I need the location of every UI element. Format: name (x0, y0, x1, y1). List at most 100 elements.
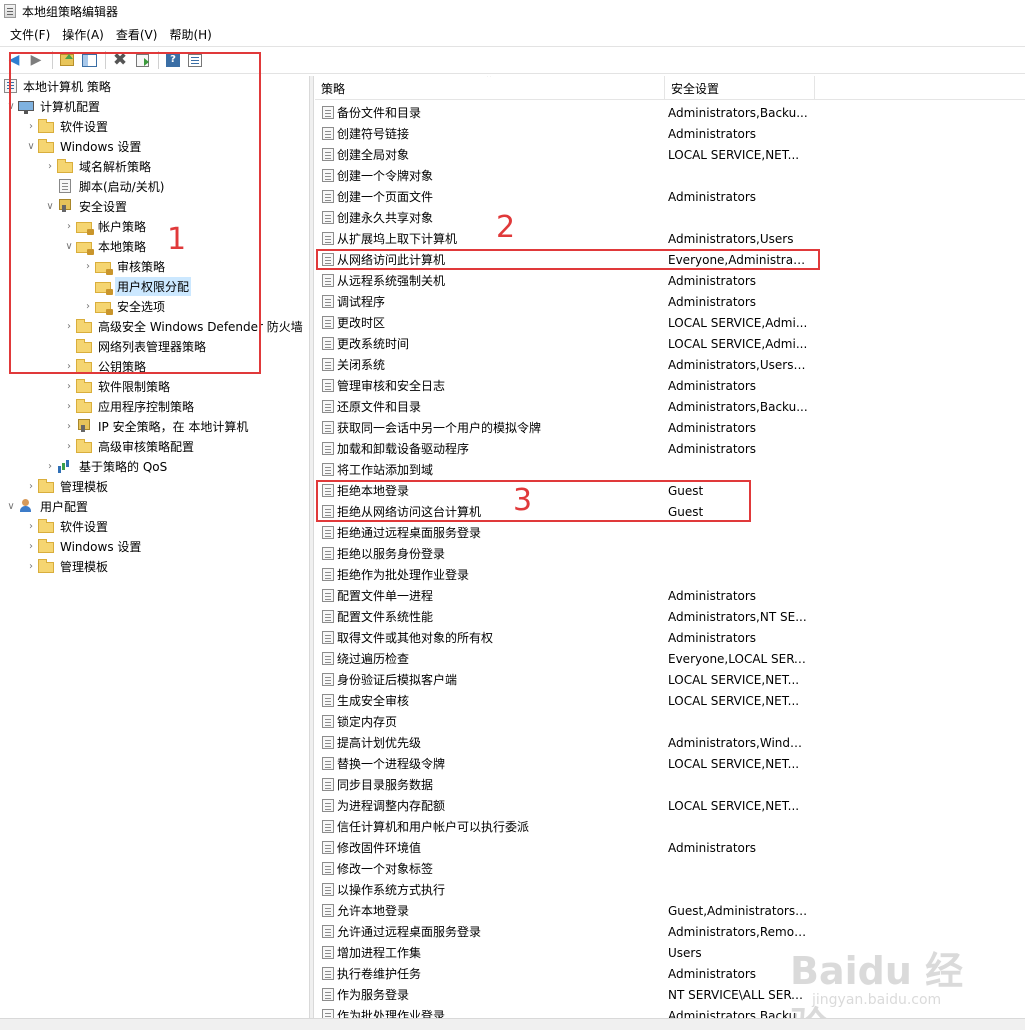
chevron-right-icon[interactable]: › (62, 379, 76, 393)
policy-item-icon (322, 841, 334, 854)
policy-row[interactable]: 从扩展坞上取下计算机 Administrators,Users (315, 228, 1025, 249)
policy-security-setting: Administrators (668, 441, 757, 456)
policy-name: 加载和卸载设备驱动程序 (337, 442, 470, 456)
policy-row[interactable]: 拒绝以服务身份登录 (315, 543, 1025, 564)
tree-node-label: IP 安全策略，在 本地计算机 (98, 419, 249, 434)
policy-row[interactable]: 从远程系统强制关机 Administrators (315, 270, 1025, 291)
policy-row[interactable]: 修改固件环境值 Administrators (315, 837, 1025, 858)
policy-name: 锁定内存页 (337, 715, 398, 729)
policy-row[interactable]: 调试程序 Administrators (315, 291, 1025, 312)
chevron-right-icon[interactable]: › (24, 559, 38, 573)
folder-icon (76, 378, 92, 393)
policy-row[interactable]: 更改系统时间 LOCAL SERVICE,Admi... (315, 333, 1025, 354)
policy-security-setting: Administrators (668, 294, 757, 309)
chevron-down-icon[interactable]: ∨ (4, 499, 18, 513)
annotation-box-1 (9, 52, 261, 374)
policy-row[interactable]: 管理审核和安全日志 Administrators (315, 375, 1025, 396)
chevron-right-icon[interactable]: › (43, 459, 57, 473)
policy-security-setting: Administrators,Users (668, 231, 794, 246)
pane-splitter[interactable] (310, 76, 314, 1018)
menu-help[interactable]: 帮助(H) (163, 26, 217, 43)
tree-node-ip-security[interactable]: › IP 安全策略，在 本地计算机 (62, 416, 250, 436)
policy-row[interactable]: 创建符号链接 Administrators (315, 123, 1025, 144)
ip-security-icon (76, 419, 92, 433)
tree-node-label: 管理模板 (60, 479, 109, 494)
watermark-logo-text: Baidu 经验 (790, 949, 964, 1030)
tree-node-user-config[interactable]: ∨ 用户配置 (4, 496, 90, 516)
policy-security-setting: Administrators (668, 126, 757, 141)
tree-node-qos[interactable]: › 基于策略的 QoS (43, 456, 169, 476)
policy-row[interactable]: 备份文件和目录 Administrators,Backu... (315, 102, 1025, 123)
policy-item-icon (322, 715, 334, 728)
policy-name: 配置文件单一进程 (337, 589, 434, 603)
policy-name: 作为批处理作业登录 (337, 1009, 446, 1018)
policy-row[interactable]: 替换一个进程级令牌 LOCAL SERVICE,NET... (315, 753, 1025, 774)
tree-node-admin-templates[interactable]: › 管理模板 (24, 476, 110, 496)
policy-item-icon (322, 127, 334, 140)
policy-security-setting: NT SERVICE\ALL SERV... (668, 987, 808, 1002)
policy-row[interactable]: 更改时区 LOCAL SERVICE,Admi... (315, 312, 1025, 333)
folder-icon (76, 398, 92, 413)
tree-node-user-software-settings[interactable]: › 软件设置 (24, 516, 110, 536)
policy-row[interactable]: 拒绝作为批处理作业登录 (315, 564, 1025, 585)
window-title: 本地组策略编辑器 (22, 4, 119, 19)
policy-item-icon (322, 904, 334, 917)
policy-item-icon (322, 946, 334, 959)
chevron-right-icon[interactable]: › (62, 399, 76, 413)
policy-row[interactable]: 创建全局对象 LOCAL SERVICE,NET... (315, 144, 1025, 165)
chevron-right-icon[interactable]: › (24, 519, 38, 533)
tree-node-label: 管理模板 (60, 559, 109, 574)
chevron-right-icon[interactable]: › (24, 539, 38, 553)
tree-node-user-windows-settings[interactable]: › Windows 设置 (24, 536, 143, 556)
policy-row[interactable]: 拒绝通过远程桌面服务登录 (315, 522, 1025, 543)
policy-row[interactable]: 允许通过远程桌面服务登录 Administrators,Remot... (315, 921, 1025, 942)
policy-row[interactable]: 加载和卸载设备驱动程序 Administrators (315, 438, 1025, 459)
menu-file[interactable]: 文件(F) (4, 26, 56, 43)
policy-row[interactable]: 锁定内存页 (315, 711, 1025, 732)
policy-name: 允许通过远程桌面服务登录 (337, 925, 482, 939)
policy-row[interactable]: 身份验证后模拟客户端 LOCAL SERVICE,NET... (315, 669, 1025, 690)
annotation-number-1: 1 (167, 222, 187, 257)
policy-row[interactable]: 创建一个页面文件 Administrators (315, 186, 1025, 207)
column-header-policy[interactable]: 策略 (315, 76, 665, 100)
policy-row[interactable]: 修改一个对象标签 (315, 858, 1025, 879)
policy-security-setting: Administrators (668, 840, 757, 855)
list-header: ⌃ 策略 安全设置 (315, 76, 1025, 100)
user-icon (18, 499, 34, 513)
policy-row[interactable]: 生成安全审核 LOCAL SERVICE,NET... (315, 690, 1025, 711)
tree-node-software-restriction[interactable]: › 软件限制策略 (62, 376, 172, 396)
policy-name: 替换一个进程级令牌 (337, 757, 446, 771)
policy-name: 生成安全审核 (337, 694, 410, 708)
policy-row[interactable]: 配置文件单一进程 Administrators (315, 585, 1025, 606)
chevron-right-icon[interactable]: › (62, 419, 76, 433)
tree-node-app-control[interactable]: › 应用程序控制策略 (62, 396, 196, 416)
menu-view[interactable]: 查看(V) (110, 26, 164, 43)
tree-node-advanced-audit[interactable]: › 高级审核策略配置 (62, 436, 196, 456)
policy-row[interactable]: 配置文件系统性能 Administrators,NT SE... (315, 606, 1025, 627)
menu-action[interactable]: 操作(A) (56, 26, 110, 43)
tree-node-user-admin-templates[interactable]: › 管理模板 (24, 556, 110, 576)
policy-row[interactable]: 提高计划优先级 Administrators,Windo... (315, 732, 1025, 753)
policy-row[interactable]: 同步目录服务数据 (315, 774, 1025, 795)
policy-row[interactable]: 信任计算机和用户帐户可以执行委派 (315, 816, 1025, 837)
policy-row[interactable]: 取得文件或其他对象的所有权 Administrators (315, 627, 1025, 648)
policy-row[interactable]: 将工作站添加到域 (315, 459, 1025, 480)
policy-row[interactable]: 还原文件和目录 Administrators,Backu... (315, 396, 1025, 417)
policy-security-setting: Administrators (668, 588, 757, 603)
column-header-security-setting[interactable]: 安全设置 (665, 76, 815, 100)
policy-item-icon (322, 589, 334, 602)
policy-item-icon (322, 169, 334, 182)
policy-row[interactable]: 关闭系统 Administrators,Users,... (315, 354, 1025, 375)
policy-name: 关闭系统 (337, 358, 386, 372)
policy-row[interactable]: 创建永久共享对象 (315, 207, 1025, 228)
policy-security-setting: Administrators,Backu... (668, 399, 808, 414)
policy-row[interactable]: 允许本地登录 Guest,Administrators,... (315, 900, 1025, 921)
chevron-right-icon[interactable]: › (24, 479, 38, 493)
policy-row[interactable]: 获取同一会话中另一个用户的模拟令牌 Administrators (315, 417, 1025, 438)
policy-row[interactable]: 为进程调整内存配额 LOCAL SERVICE,NET... (315, 795, 1025, 816)
policy-item-icon (322, 1009, 334, 1018)
policy-row[interactable]: 创建一个令牌对象 (315, 165, 1025, 186)
policy-row[interactable]: 绕过遍历检查 Everyone,LOCAL SERV... (315, 648, 1025, 669)
policy-row[interactable]: 以操作系统方式执行 (315, 879, 1025, 900)
chevron-right-icon[interactable]: › (62, 439, 76, 453)
